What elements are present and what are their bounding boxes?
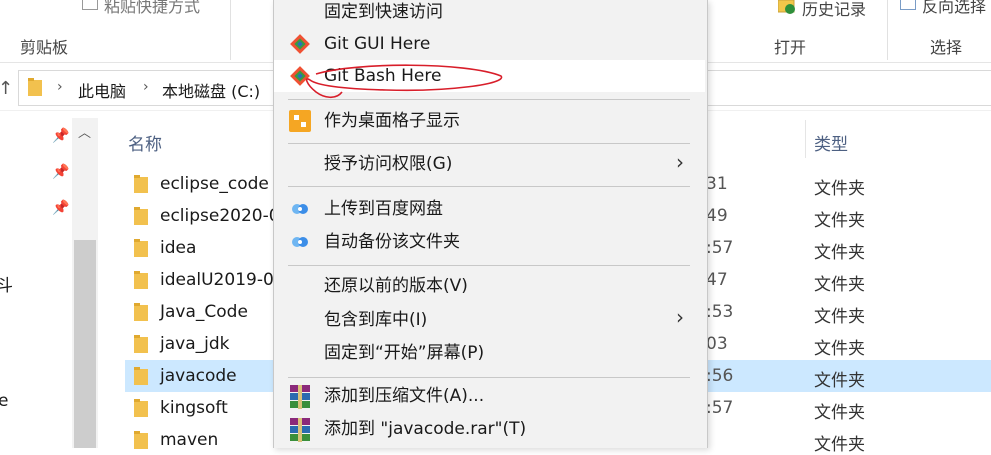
folder-icon xyxy=(134,175,148,197)
file-modified-time: :57 xyxy=(706,398,734,418)
open-group-label: 打开 xyxy=(774,38,807,57)
submenu-arrow-icon: › xyxy=(676,305,684,329)
file-name[interactable]: eclipse2020-0 xyxy=(160,206,280,226)
menu-item-add-javacode-rar[interactable]: 添加到 "javacode.rar"(T) xyxy=(324,413,526,445)
file-modified-time: :57 xyxy=(706,238,734,258)
ribbon-divider xyxy=(887,0,888,60)
scroll-up-icon[interactable]: ︿ xyxy=(78,122,91,141)
folder-icon xyxy=(134,271,148,293)
folder-icon xyxy=(134,207,148,229)
file-type: 文件夹 xyxy=(814,435,865,455)
file-modified-time: :53 xyxy=(706,302,734,322)
select-group-label: 选择 xyxy=(930,38,963,57)
file-modified-time: :56 xyxy=(706,366,734,386)
menu-item-restore-versions[interactable]: 还原以前的版本(V) xyxy=(324,270,468,302)
winrar-icon xyxy=(289,385,311,409)
file-modified-time: 31 xyxy=(706,174,728,194)
history-button[interactable]: 历史记录 xyxy=(802,0,866,20)
file-modified-time: 47 xyxy=(706,270,728,290)
chevron-right-icon[interactable]: › xyxy=(143,79,149,95)
file-modified-time: 49 xyxy=(706,206,728,226)
baidu-netdisk-icon xyxy=(289,198,311,220)
file-name[interactable]: eclipse_code xyxy=(160,174,269,194)
pin-icon: 📌 xyxy=(52,200,70,216)
breadcrumb-this-pc[interactable]: 此电脑 xyxy=(78,78,126,102)
file-type: 文件夹 xyxy=(814,275,865,295)
file-name[interactable]: java_jdk xyxy=(160,334,229,354)
history-icon xyxy=(777,0,796,14)
file-type: 文件夹 xyxy=(814,307,865,327)
breadcrumb-local-disk[interactable]: 本地磁盘 (C:) xyxy=(162,78,260,102)
pin-icon: 📌 xyxy=(52,164,70,180)
folder-icon xyxy=(134,303,148,325)
paste-shortcut-icon xyxy=(82,0,98,10)
ribbon-divider xyxy=(230,0,231,60)
chevron-right-icon[interactable]: › xyxy=(57,79,63,95)
clipboard-group-label: 剪贴板 xyxy=(20,38,69,57)
folder-icon xyxy=(134,367,148,389)
menu-item-auto-backup[interactable]: 自动备份该文件夹 xyxy=(324,226,460,258)
nav-scrollbar-thumb[interactable] xyxy=(74,240,96,448)
red-annotation-circle xyxy=(305,64,503,99)
nav-item-partial[interactable]: 斗 xyxy=(0,271,13,296)
menu-item-desktop-grid[interactable]: 作为桌面格子显示 xyxy=(324,105,460,137)
menu-separator xyxy=(288,143,690,144)
folder-icon xyxy=(134,239,148,261)
file-modified-time: 03 xyxy=(706,334,728,354)
menu-item-include-library[interactable]: 包含到库中(I) xyxy=(324,304,427,336)
file-type: 文件夹 xyxy=(814,179,865,199)
file-name[interactable]: kingsoft xyxy=(160,398,228,418)
git-gui-icon xyxy=(289,33,311,55)
folder-icon xyxy=(134,335,148,357)
file-name[interactable]: idealU2019-0 xyxy=(160,270,274,290)
invert-selection-button[interactable]: 反向选择 xyxy=(922,0,986,17)
file-name[interactable]: Java_Code xyxy=(160,302,248,322)
column-header-name[interactable]: 名称 xyxy=(128,130,162,155)
pin-icon: 📌 xyxy=(52,128,70,144)
file-name[interactable]: maven xyxy=(160,430,218,450)
menu-item-git-gui[interactable]: Git GUI Here xyxy=(324,28,430,60)
menu-item-pin-start[interactable]: 固定到“开始”屏幕(P) xyxy=(324,337,484,369)
file-type: 文件夹 xyxy=(814,371,865,391)
file-type: 文件夹 xyxy=(814,211,865,231)
file-type: 文件夹 xyxy=(814,243,865,263)
submenu-arrow-icon: › xyxy=(676,150,684,174)
menu-item-pin-quick-access[interactable]: 固定到快速访问 xyxy=(324,0,443,28)
folder-icon xyxy=(134,399,148,421)
menu-item-add-archive[interactable]: 添加到压缩文件(A)... xyxy=(324,380,484,412)
file-type: 文件夹 xyxy=(814,339,865,359)
paste-shortcut-button[interactable]: 粘贴快捷方式 xyxy=(104,0,200,17)
nav-item-partial[interactable]: e xyxy=(0,391,8,411)
file-name[interactable]: idea xyxy=(160,238,196,258)
menu-separator xyxy=(288,377,690,378)
column-header-type[interactable]: 类型 xyxy=(814,130,848,155)
file-type: 文件夹 xyxy=(814,403,865,423)
up-arrow-icon[interactable]: ↑ xyxy=(0,78,13,99)
winrar-icon xyxy=(289,418,311,442)
menu-separator xyxy=(288,186,690,187)
menu-item-upload-baidu[interactable]: 上传到百度网盘 xyxy=(324,193,443,225)
column-divider[interactable] xyxy=(805,120,806,158)
menu-separator xyxy=(288,99,690,100)
folder-icon xyxy=(28,78,42,100)
file-name[interactable]: javacode xyxy=(160,366,237,386)
menu-item-grant-access[interactable]: 授予访问权限(G) xyxy=(324,148,452,180)
invert-selection-icon xyxy=(900,0,916,10)
desktop-grid-icon xyxy=(289,110,311,132)
menu-separator xyxy=(288,265,690,266)
baidu-backup-icon xyxy=(289,231,311,253)
folder-icon xyxy=(134,431,148,453)
